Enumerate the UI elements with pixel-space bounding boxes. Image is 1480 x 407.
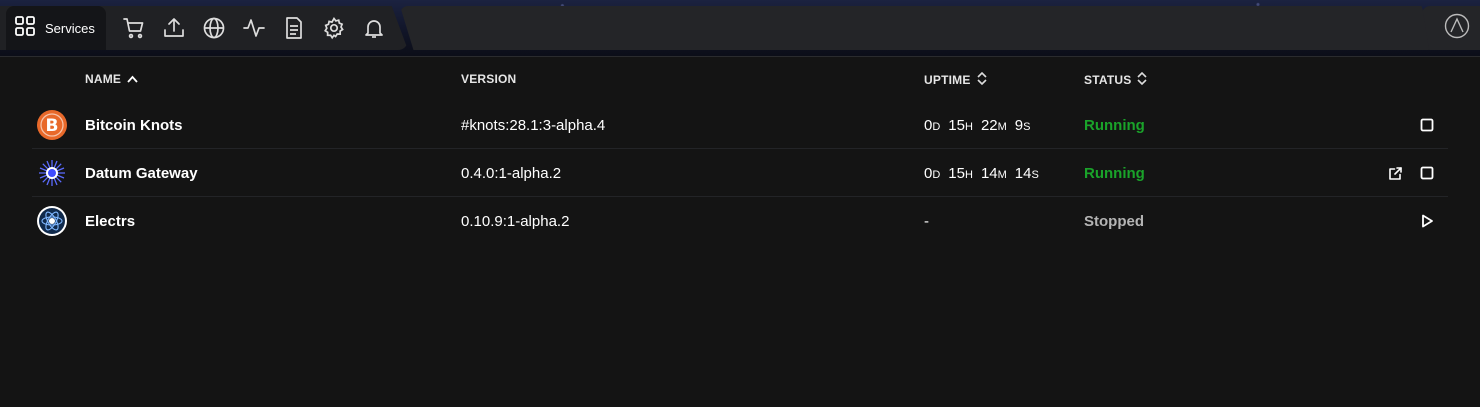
column-header-version-label: VERSION xyxy=(461,72,517,86)
column-header-version: VERSION xyxy=(461,72,516,86)
sort-icon xyxy=(1137,71,1147,88)
service-version: 0.10.9:1-alpha.2 xyxy=(461,212,570,230)
table-row[interactable]: B Bitcoin Knots #knots:28.1:3-alpha.4 0D… xyxy=(32,101,1448,149)
services-tab[interactable]: Services xyxy=(6,6,106,50)
service-version: #knots:28.1:3-alpha.4 xyxy=(461,116,606,134)
table-row[interactable]: Electrs 0.10.9:1-alpha.2 - Stopped xyxy=(32,197,1448,245)
sort-icon xyxy=(976,71,987,88)
service-version: 0.4.0:1-alpha.2 xyxy=(461,164,562,182)
service-uptime: 0D 15H 22M 9S xyxy=(924,116,1031,134)
datum-gateway-icon xyxy=(36,157,68,189)
globe-icon[interactable] xyxy=(202,16,226,40)
logo-button[interactable] xyxy=(1422,6,1480,50)
svg-text:B: B xyxy=(46,116,59,136)
service-name[interactable]: Datum Gateway xyxy=(85,149,198,197)
service-uptime: 0D 15H 14M 14S xyxy=(924,164,1039,182)
top-bar: Services xyxy=(0,0,1480,56)
header-divider xyxy=(0,56,1480,57)
column-header-uptime[interactable]: UPTIME xyxy=(924,71,987,88)
electrs-icon xyxy=(36,205,68,237)
document-icon[interactable] xyxy=(282,16,306,40)
service-name[interactable]: Electrs xyxy=(85,197,135,245)
stop-icon[interactable] xyxy=(1417,163,1437,183)
external-link-icon[interactable] xyxy=(1385,163,1405,183)
table-row[interactable]: Datum Gateway 0.4.0:1-alpha.2 0D 15H 14M… xyxy=(32,149,1448,197)
services-label: Services xyxy=(45,20,95,36)
service-uptime: - xyxy=(924,212,929,230)
column-header-name[interactable]: NAME xyxy=(85,72,138,86)
bitcoin-knots-icon: B xyxy=(36,109,68,141)
status-badge: Running xyxy=(1084,116,1145,134)
status-badge: Running xyxy=(1084,164,1145,182)
play-icon[interactable] xyxy=(1417,211,1437,231)
grid-icon xyxy=(14,15,36,42)
logo-icon xyxy=(1444,13,1470,44)
cart-icon[interactable] xyxy=(122,16,146,40)
column-header-name-label: NAME xyxy=(85,72,122,86)
chevron-up-icon xyxy=(127,72,138,86)
gear-icon[interactable] xyxy=(322,16,346,40)
service-name[interactable]: Bitcoin Knots xyxy=(85,101,183,149)
status-badge: Stopped xyxy=(1084,212,1144,230)
activity-icon[interactable] xyxy=(242,16,266,40)
column-header-status[interactable]: STATUS xyxy=(1084,71,1147,88)
bell-icon[interactable] xyxy=(362,16,386,40)
search-bar[interactable] xyxy=(400,6,1436,50)
column-header-uptime-label: UPTIME xyxy=(924,73,971,87)
upload-icon[interactable] xyxy=(162,16,186,40)
stop-icon[interactable] xyxy=(1417,115,1437,135)
column-header-status-label: STATUS xyxy=(1084,73,1132,87)
